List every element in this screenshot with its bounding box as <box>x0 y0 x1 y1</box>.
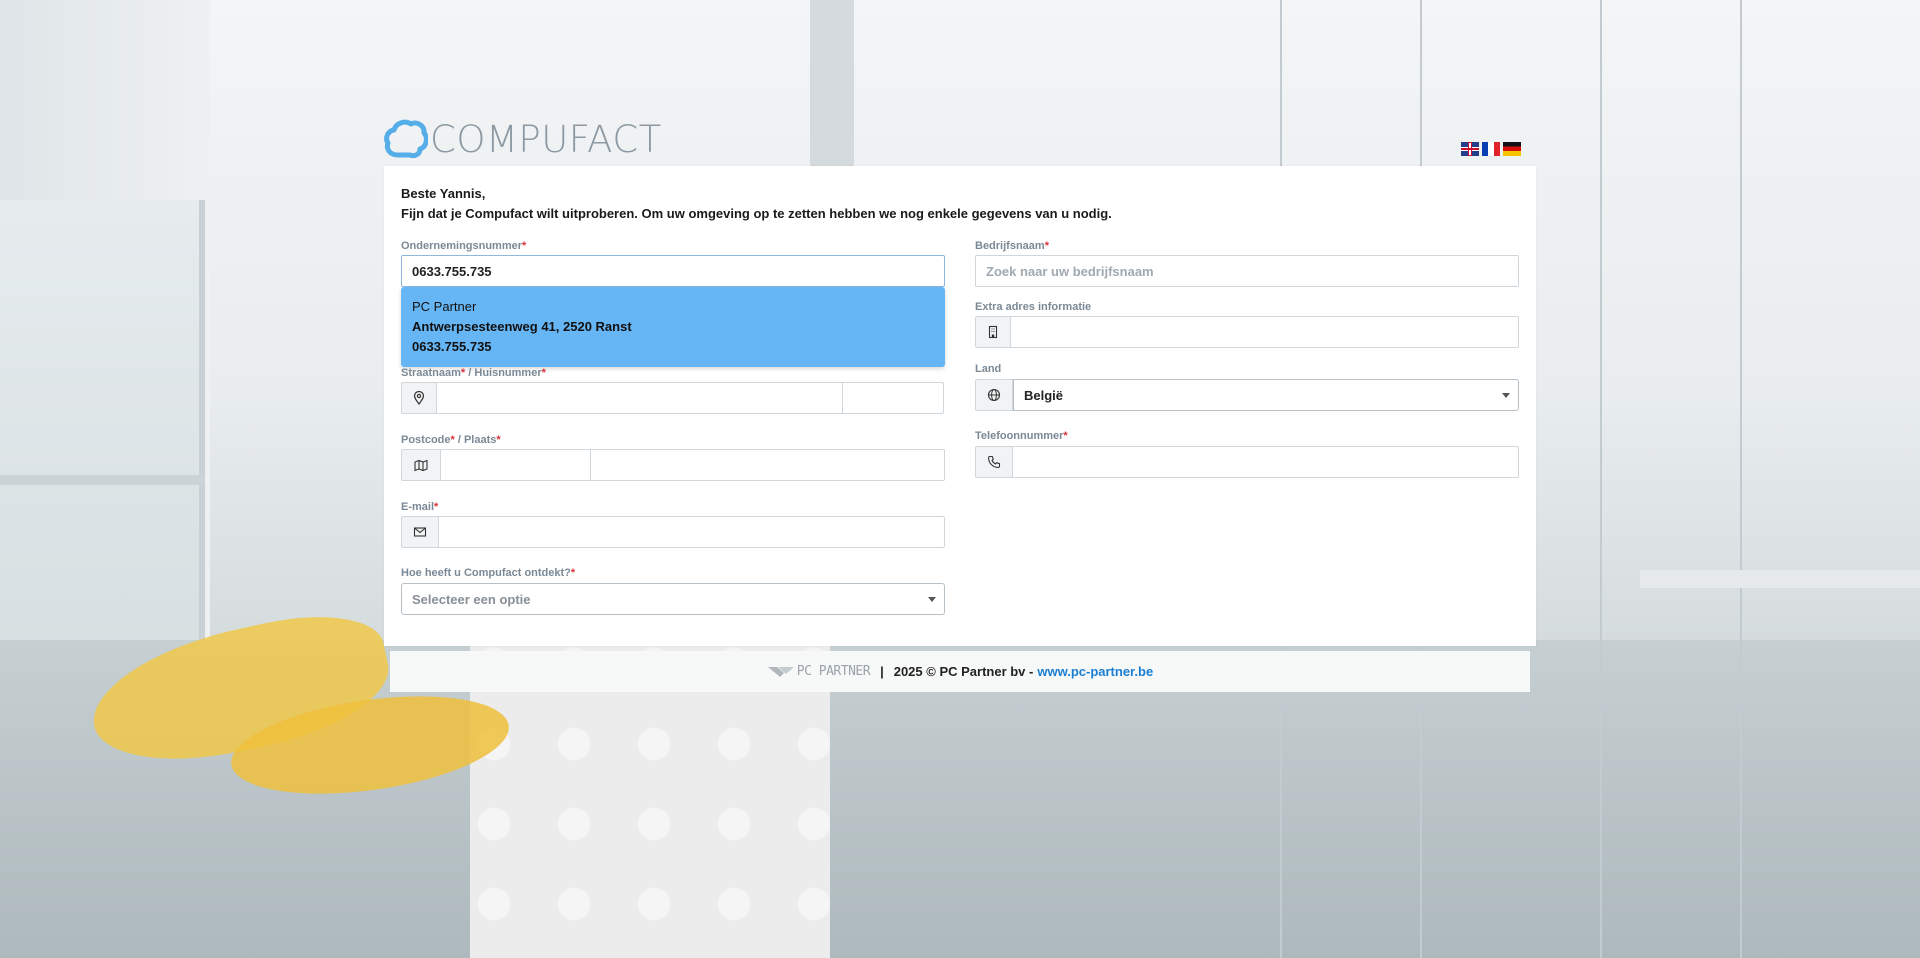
footer-separator: | <box>880 664 884 679</box>
footer-website-link[interactable]: www.pc-partner.be <box>1037 664 1153 679</box>
extra-address-label: Extra adres informatie <box>975 301 1092 313</box>
postal-label: Postcode* / Plaats* <box>401 434 501 446</box>
greeting-line-2: Fijn dat je Compufact wilt uitproberen. … <box>401 206 1112 221</box>
map-icon <box>414 459 428 472</box>
globe-icon-addon <box>975 379 1013 411</box>
language-switcher <box>1461 142 1521 156</box>
map-pin-icon <box>413 391 425 405</box>
street-input[interactable] <box>436 382 843 414</box>
globe-icon <box>987 388 1001 402</box>
phone-icon <box>987 455 1001 469</box>
suggestion-address: Antwerpsesteenweg 41, 2520 Ranst <box>412 319 632 334</box>
street-label: Straatnaam* / Huisnummer* <box>401 367 546 379</box>
greeting-line-1: Beste Yannis, <box>401 186 486 201</box>
discovery-label: Hoe heeft u Compufact ontdekt?* <box>401 567 576 579</box>
extra-address-input[interactable] <box>1010 316 1519 348</box>
city-input[interactable] <box>590 449 945 481</box>
company-name-label: Bedrijfsnaam* <box>975 240 1049 252</box>
map-icon-addon <box>401 449 441 481</box>
signup-card: Beste Yannis, Fijn dat je Compufact wilt… <box>384 166 1536 646</box>
country-select-value: België <box>1024 387 1064 403</box>
chevron-down-icon <box>928 597 936 602</box>
phone-label: Telefoonnummer* <box>975 430 1068 442</box>
building-icon-addon <box>975 316 1011 348</box>
uk-flag-icon[interactable] <box>1461 142 1479 156</box>
company-suggestion-dropdown[interactable]: PC Partner Antwerpsesteenweg 41, 2520 Ra… <box>401 287 945 367</box>
suggestion-number: 0633.755.735 <box>412 339 492 354</box>
compufact-logo: COMPUFACT <box>384 117 662 161</box>
country-select[interactable]: België <box>1013 379 1519 411</box>
suggestion-name: PC Partner <box>412 299 477 314</box>
greeting: Beste Yannis, Fijn dat je Compufact wilt… <box>401 184 1112 224</box>
footer-copyright: 2025 © PC Partner bv - <box>893 664 1034 679</box>
pc-partner-logo: PC PARTNER <box>767 664 871 679</box>
company-number-label: Ondernemingsnummer* <box>401 240 527 252</box>
pc-partner-logo-icon <box>767 666 794 677</box>
company-number-input[interactable] <box>401 255 945 287</box>
discovery-select-placeholder: Selecteer een optie <box>412 591 531 607</box>
email-label: E-mail* <box>401 501 439 513</box>
country-label: Land <box>975 363 1002 375</box>
phone-input[interactable] <box>1012 446 1519 478</box>
location-icon-addon <box>401 382 437 414</box>
email-icon-addon <box>401 516 439 548</box>
germany-flag-icon[interactable] <box>1503 142 1521 156</box>
envelope-icon <box>413 527 427 537</box>
house-number-input[interactable] <box>842 382 944 414</box>
phone-icon-addon <box>975 446 1013 478</box>
building-icon <box>988 325 998 339</box>
brand-name: COMPUFACT <box>430 117 662 161</box>
company-name-input[interactable] <box>975 255 1519 287</box>
discovery-select[interactable]: Selecteer een optie <box>401 583 945 615</box>
footer: PC PARTNER | 2025 © PC Partner bv - www.… <box>390 651 1530 692</box>
email-input[interactable] <box>438 516 945 548</box>
cloud-logo-icon <box>384 119 428 159</box>
france-flag-icon[interactable] <box>1482 142 1500 156</box>
chevron-down-icon <box>1502 393 1510 398</box>
postal-code-input[interactable] <box>440 449 591 481</box>
